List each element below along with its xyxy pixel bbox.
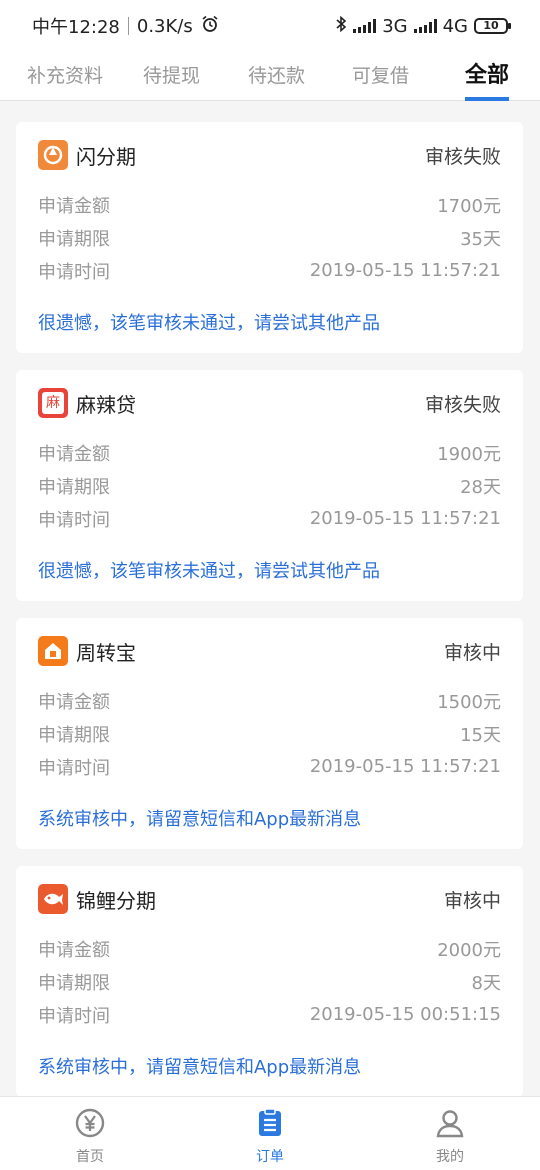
nav-home-label: 首页 <box>76 1149 104 1165</box>
term-value: 15天 <box>460 724 501 746</box>
time-value: 2019-05-15 11:57:21 <box>309 260 501 281</box>
house-logo-icon <box>38 636 68 666</box>
bluetooth-icon <box>335 15 347 38</box>
term-label: 申请期限 <box>38 476 110 498</box>
amount-label: 申请金额 <box>38 443 110 465</box>
user-icon <box>434 1107 466 1143</box>
product-name: 周转宝 <box>76 640 136 665</box>
nav-mine-label: 我的 <box>436 1149 464 1165</box>
product-name: 闪分期 <box>76 144 136 169</box>
order-list: 闪分期 审核失败 申请金额 1700元 申请期限 35天 申请时间 2019-05-1… <box>16 122 523 1114</box>
swirl-logo-icon <box>38 140 68 170</box>
order-tip: 很遗憾，该笔审核未通过，请尝试其他产品 <box>38 313 380 334</box>
amount-value: 1500元 <box>437 691 501 713</box>
status-divider <box>127 17 129 35</box>
order-tip: 系统审核中，请留意短信和App最新消息 <box>38 809 362 830</box>
signal-icon <box>353 19 377 33</box>
term-value: 35天 <box>460 228 501 250</box>
order-tip: 系统审核中，请留意短信和App最新消息 <box>38 1057 362 1078</box>
order-card[interactable]: 麻 麻辣贷 审核失败 申请金额 1900元 申请期限 28天 申请时间 2019-05… <box>16 370 523 601</box>
term-value: 8天 <box>471 972 501 994</box>
status-speed: 0.3K/s <box>136 15 193 37</box>
nav-orders[interactable]: 订单 <box>180 1097 360 1170</box>
status-time: 中午12:28 <box>32 17 120 38</box>
product-name: 锦鲤分期 <box>76 888 156 913</box>
network-label-4g: 4G <box>442 15 468 37</box>
amount-label: 申请金额 <box>38 195 110 217</box>
nav-orders-label: 订单 <box>256 1149 284 1165</box>
time-label: 申请时间 <box>38 1005 110 1027</box>
term-value: 28天 <box>460 476 501 498</box>
network-label-3g: 3G <box>382 15 408 37</box>
time-label: 申请时间 <box>38 509 110 531</box>
time-value: 2019-05-15 11:57:21 <box>309 756 501 777</box>
tab-pending-withdraw[interactable]: 待提现 <box>143 52 200 101</box>
tab-all[interactable]: 全部 <box>465 52 510 101</box>
tab-reborrow[interactable]: 可复借 <box>352 52 409 101</box>
product-name: 麻辣贷 <box>76 392 136 417</box>
amount-value: 1700元 <box>437 195 501 217</box>
order-tip: 很遗憾，该笔审核未通过，请尝试其他产品 <box>38 561 380 582</box>
tab-supplement[interactable]: 补充资料 <box>27 52 103 101</box>
order-status: 审核失败 <box>424 145 501 168</box>
status-bar: 中午12:28 0.3K/s 3G 4G 10 <box>0 0 540 52</box>
order-card[interactable]: 锦鲤分期 审核中 申请金额 2000元 申请期限 8天 申请时间 2019-05-15… <box>16 866 523 1097</box>
order-list-icon <box>254 1107 286 1143</box>
signal-icon <box>413 19 437 33</box>
order-status: 审核中 <box>443 641 501 664</box>
time-label: 申请时间 <box>38 757 110 779</box>
order-status: 审核失败 <box>424 393 501 416</box>
amount-label: 申请金额 <box>38 939 110 961</box>
amount-value: 2000元 <box>437 939 501 961</box>
order-status: 审核中 <box>443 889 501 912</box>
order-tabs: 补充资料 待提现 待还款 可复借 全部 <box>0 52 540 101</box>
amount-value: 1900元 <box>437 443 501 465</box>
tab-pending-repay[interactable]: 待还款 <box>248 52 305 101</box>
amount-label: 申请金额 <box>38 691 110 713</box>
ma-logo-icon: 麻 <box>38 388 68 418</box>
order-card[interactable]: 闪分期 审核失败 申请金额 1700元 申请期限 35天 申请时间 2019-05-1… <box>16 122 523 353</box>
term-label: 申请期限 <box>38 972 110 994</box>
time-label: 申请时间 <box>38 261 110 283</box>
alarm-icon <box>201 15 219 38</box>
nav-mine[interactable]: 我的 <box>360 1097 540 1170</box>
nav-home[interactable]: 首页 <box>0 1097 180 1170</box>
koi-logo-icon <box>38 884 68 914</box>
yen-icon <box>74 1107 106 1143</box>
bottom-nav: 首页 订单 我的 <box>0 1096 540 1170</box>
battery-icon: 10 <box>474 18 511 34</box>
term-label: 申请期限 <box>38 724 110 746</box>
time-value: 2019-05-15 11:57:21 <box>309 508 501 529</box>
order-card[interactable]: 周转宝 审核中 申请金额 1500元 申请期限 15天 申请时间 2019-05-15… <box>16 618 523 849</box>
time-value: 2019-05-15 00:51:15 <box>309 1004 501 1025</box>
term-label: 申请期限 <box>38 228 110 250</box>
